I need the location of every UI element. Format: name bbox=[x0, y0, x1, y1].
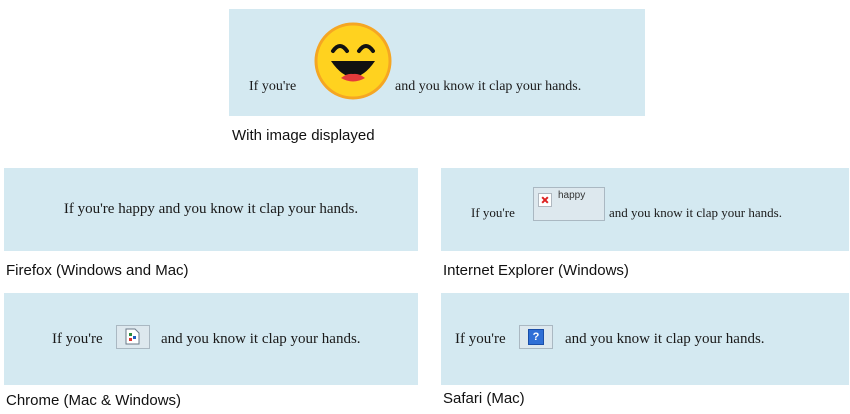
sentence-before: If you're bbox=[471, 205, 515, 220]
broken-page-icon bbox=[125, 328, 140, 345]
sentence-after: and you know it clap your hands. bbox=[395, 79, 582, 94]
laughing-smiley-icon bbox=[314, 22, 392, 100]
caption-safari: Safari (Mac) bbox=[443, 390, 525, 407]
sentence-full: If you're happy and you know it clap you… bbox=[63, 201, 359, 217]
demo-panel-internet-explorer: If you're happy and you know it clap you… bbox=[441, 168, 849, 251]
sentence-after: and you know it clap your hands. bbox=[565, 331, 765, 347]
demo-panel-firefox: If you're happy and you know it clap you… bbox=[4, 168, 418, 251]
caption-internet-explorer: Internet Explorer (Windows) bbox=[443, 262, 629, 279]
sentence-before: If you're bbox=[455, 331, 506, 347]
caption-image-displayed: With image displayed bbox=[232, 127, 375, 144]
demo-panel-safari: If you're ? and you know it clap your ha… bbox=[441, 293, 849, 385]
broken-image-placeholder: ? bbox=[519, 325, 553, 349]
image-alt-text: happy bbox=[558, 190, 586, 201]
red-x-broken-image-icon bbox=[538, 193, 552, 207]
broken-image-placeholder: happy bbox=[533, 187, 605, 221]
broken-image-placeholder bbox=[116, 325, 150, 349]
question-mark-icon: ? bbox=[528, 329, 544, 345]
caption-chrome: Chrome (Mac & Windows) bbox=[6, 392, 182, 409]
demo-panel-image-displayed: If you're and you know it clap your hand… bbox=[229, 9, 645, 116]
sentence-after: and you know it clap your hands. bbox=[161, 331, 361, 347]
sentence-after: and you know it clap your hands. bbox=[609, 205, 782, 220]
demo-panel-chrome: If you're and you know it clap your hand… bbox=[4, 293, 418, 385]
caption-firefox: Firefox (Windows and Mac) bbox=[6, 262, 189, 279]
sentence-before: If you're bbox=[52, 331, 103, 347]
sentence-before: If you're bbox=[249, 79, 297, 94]
